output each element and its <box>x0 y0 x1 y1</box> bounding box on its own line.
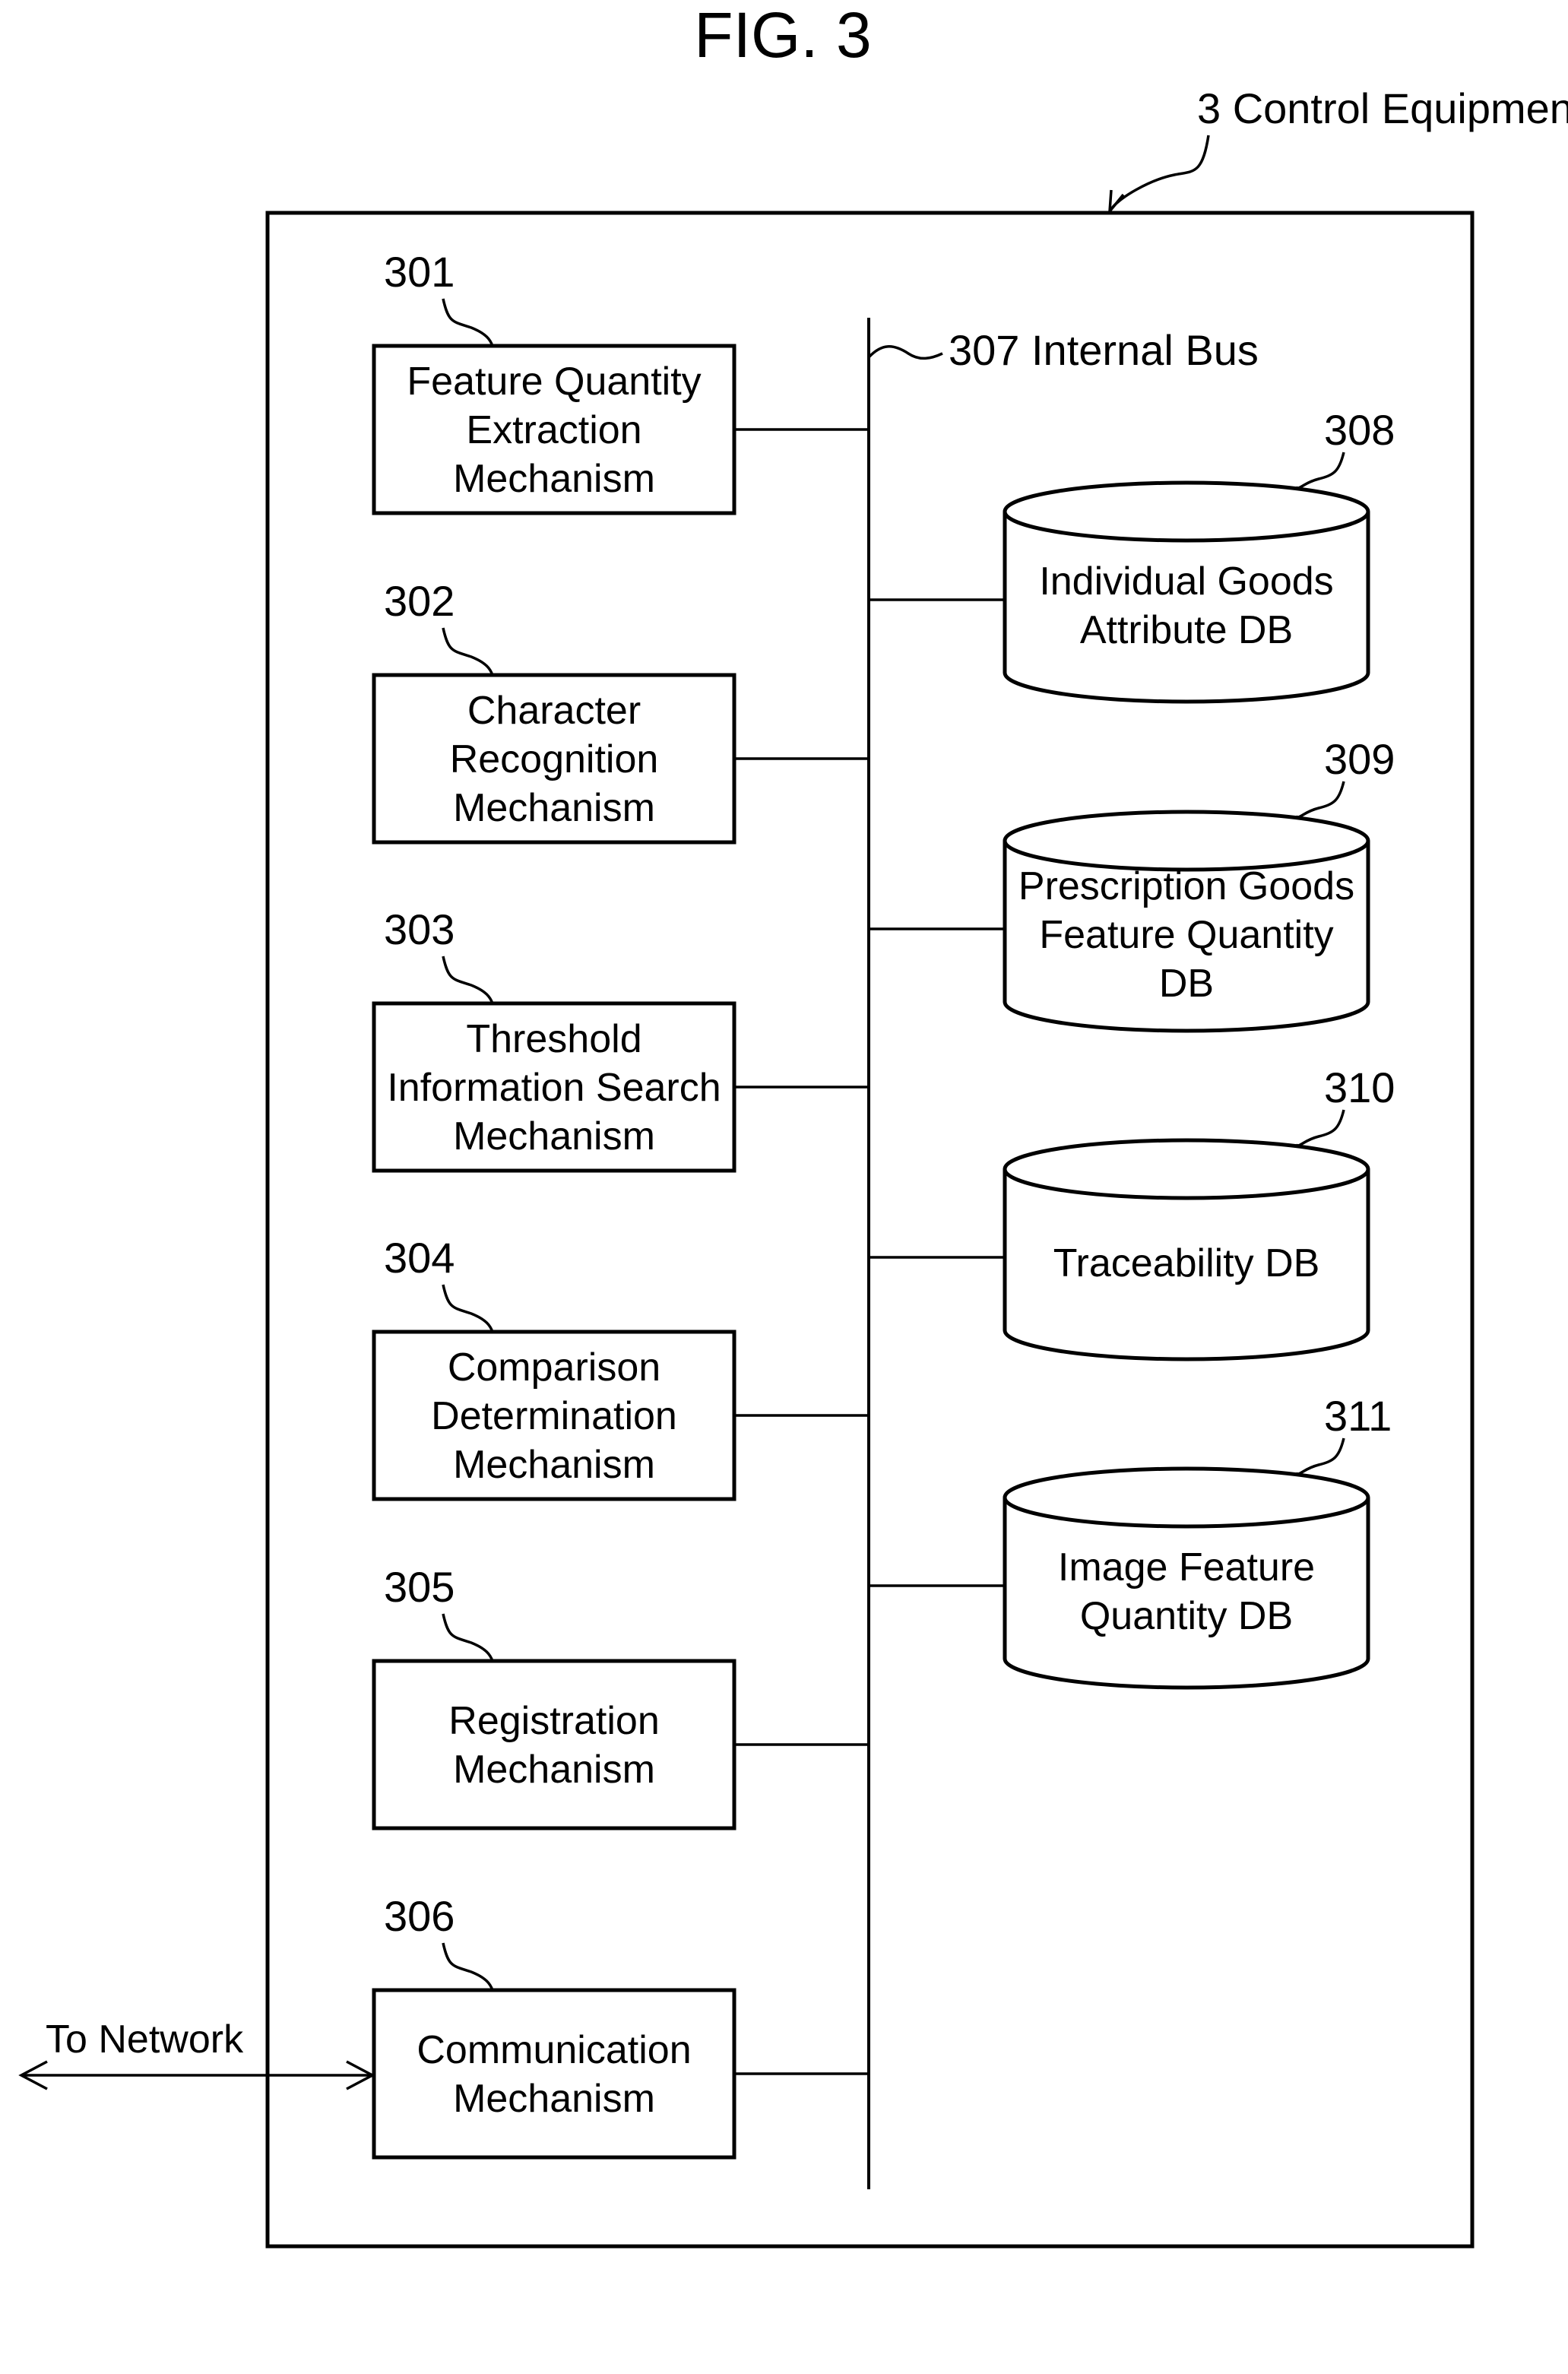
database-blocks: 308 Individual GoodsAttribute DB 309 Prescr… <box>869 406 1395 1690</box>
database-label-line: Traceability DB <box>1053 1241 1320 1285</box>
mechanism-blocks: 301Feature QuantityExtractionMechanism30… <box>372 248 869 2160</box>
database-label-line: Feature Quantity <box>1039 913 1333 957</box>
database-311: 311 Image FeatureQuantity DB <box>869 1392 1392 1690</box>
mechanism-label-line: Determination <box>431 1394 677 1438</box>
to-network-label: To Network <box>46 2017 244 2062</box>
ref-leader <box>1294 781 1345 819</box>
database-label-line: Attribute DB <box>1080 608 1293 652</box>
container-leader-arrow <box>1108 135 1210 213</box>
mechanism-label-line: Mechanism <box>453 1443 655 1487</box>
ref-number: 304 <box>384 1234 455 1282</box>
block-diagram: FIG. 3 3 Control Equipment 307 Internal … <box>18 0 1568 2249</box>
database-label-line: Individual Goods <box>1039 559 1333 604</box>
figure-title: FIG. 3 <box>694 0 871 71</box>
mechanism-label-line: Communication <box>417 2028 691 2072</box>
ref-number: 302 <box>384 577 455 625</box>
mechanism-label-line: Feature Quantity <box>407 360 701 404</box>
mechanism-label-line: Registration <box>448 1699 659 1743</box>
mechanism-304: 304 ComparisonDetermination Mechanism <box>372 1234 869 1501</box>
mechanism-label-line: Mechanism <box>453 786 655 830</box>
mechanism-label-line: Recognition <box>450 737 659 781</box>
database-label-line: Prescription Goods <box>1018 864 1354 908</box>
mechanism-303: 303 Threshold Information SearchMechanism <box>372 905 869 1173</box>
mechanism-302: 302 CharacterRecognition Mechanism <box>372 577 869 845</box>
ref-number: 305 <box>384 1563 455 1611</box>
ref-number: 303 <box>384 905 455 953</box>
network-bidirectional-arrow <box>18 2060 375 2090</box>
database-label-line: DB <box>1159 962 1214 1006</box>
mechanism-box <box>372 1659 736 1830</box>
ref-number: 301 <box>384 248 455 296</box>
mechanism-306: 306 Communication Mechanism <box>372 1892 869 2160</box>
internal-bus-leader <box>867 345 943 360</box>
database-308: 308 Individual GoodsAttribute DB <box>869 406 1395 704</box>
mechanism-label-line: Information Search <box>387 1066 721 1110</box>
mechanism-label-line: Mechanism <box>453 2077 655 2121</box>
mechanism-label-line: Mechanism <box>453 1748 655 1792</box>
ref-number: 311 <box>1324 1392 1392 1440</box>
ref-leader <box>442 1942 494 1991</box>
mechanism-label-line: Extraction <box>466 408 641 452</box>
mechanism-box <box>372 1988 736 2160</box>
mechanism-label-line: Mechanism <box>453 1114 655 1158</box>
mechanism-label-line: Threshold <box>466 1017 641 1061</box>
ref-leader <box>1294 1109 1345 1147</box>
ref-leader <box>442 1284 494 1333</box>
ref-leader <box>1294 452 1345 490</box>
database-label-line: Image Feature <box>1058 1545 1315 1590</box>
mechanism-301: 301 Feature QuantityExtraction Mechanism <box>372 248 869 515</box>
ref-leader <box>1294 1437 1345 1475</box>
ref-number: 310 <box>1324 1063 1395 1111</box>
database-310: 310 Traceability DB <box>869 1063 1395 1361</box>
mechanism-label-line: Comparison <box>448 1345 660 1390</box>
ref-number: 308 <box>1324 406 1395 454</box>
database-label-line: Quantity DB <box>1080 1594 1293 1638</box>
internal-bus-label: 307 Internal Bus <box>949 326 1259 374</box>
mechanism-label-line: Character <box>467 689 641 733</box>
ref-number: 306 <box>384 1892 455 1940</box>
ref-leader <box>442 298 494 347</box>
ref-leader <box>442 627 494 676</box>
container-label: 3 Control Equipment <box>1197 84 1568 132</box>
mechanism-305: 305 Registration Mechanism <box>372 1563 869 1830</box>
ref-leader <box>442 1613 494 1662</box>
ref-leader <box>442 956 494 1004</box>
ref-number: 309 <box>1324 735 1395 783</box>
mechanism-label-line: Mechanism <box>453 457 655 501</box>
database-309: 309 Prescription Goods Feature Quantity DB <box>869 735 1395 1033</box>
